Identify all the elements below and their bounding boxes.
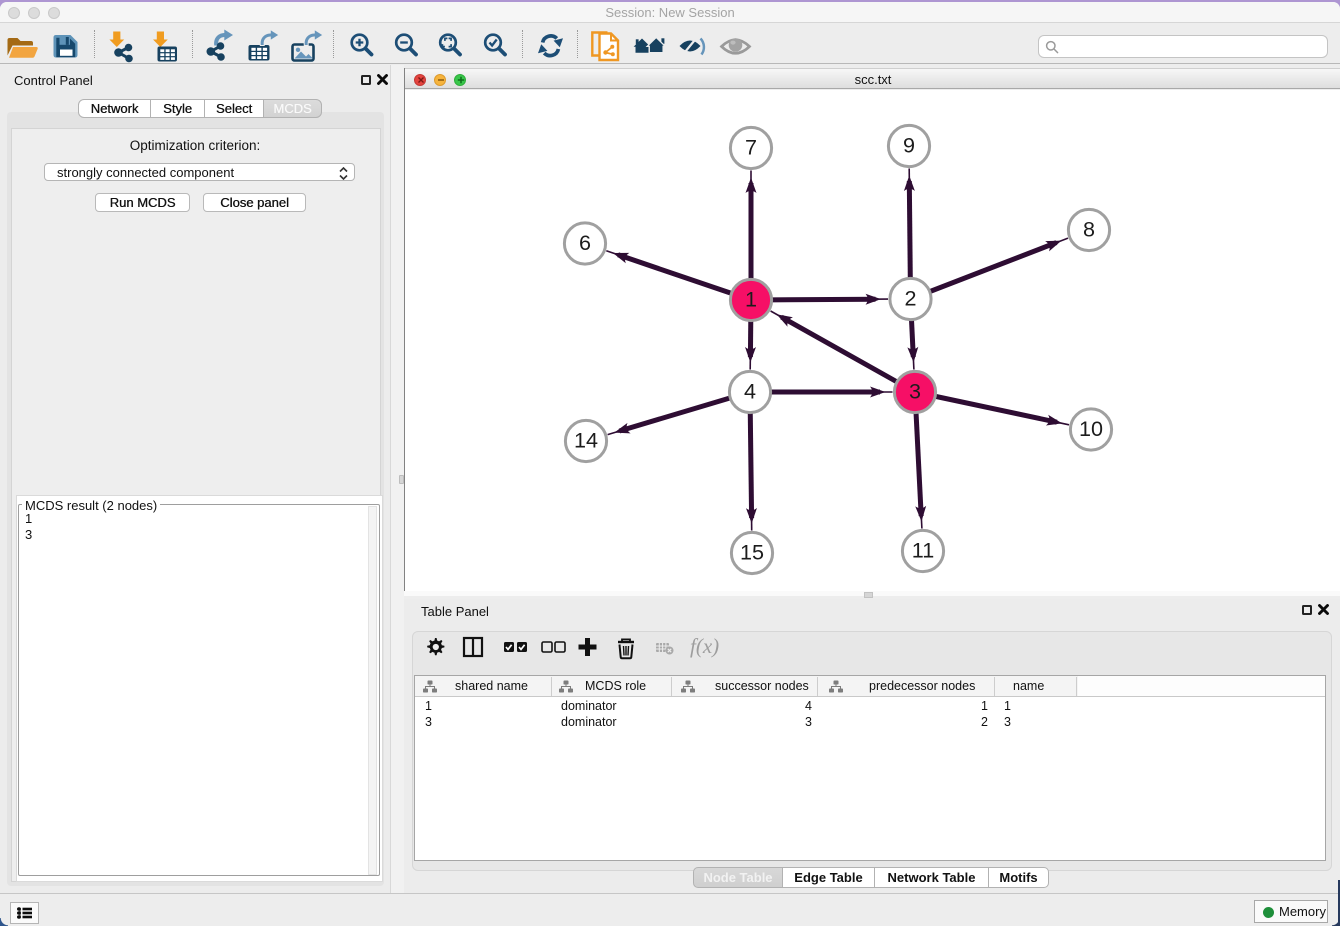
svg-text:7: 7 [745, 135, 757, 160]
svg-text:4: 4 [744, 379, 756, 404]
svg-text:10: 10 [1079, 416, 1103, 441]
svg-text:3: 3 [909, 379, 921, 404]
svg-text:14: 14 [574, 428, 598, 453]
svg-text:11: 11 [912, 538, 934, 563]
svg-text:8: 8 [1083, 217, 1095, 242]
svg-text:6: 6 [579, 230, 591, 255]
svg-text:15: 15 [740, 540, 764, 565]
svg-text:f(x): f(x) [690, 634, 719, 658]
svg-text:1: 1 [745, 287, 757, 312]
svg-text:2: 2 [904, 286, 916, 311]
svg-text:9: 9 [903, 133, 915, 158]
